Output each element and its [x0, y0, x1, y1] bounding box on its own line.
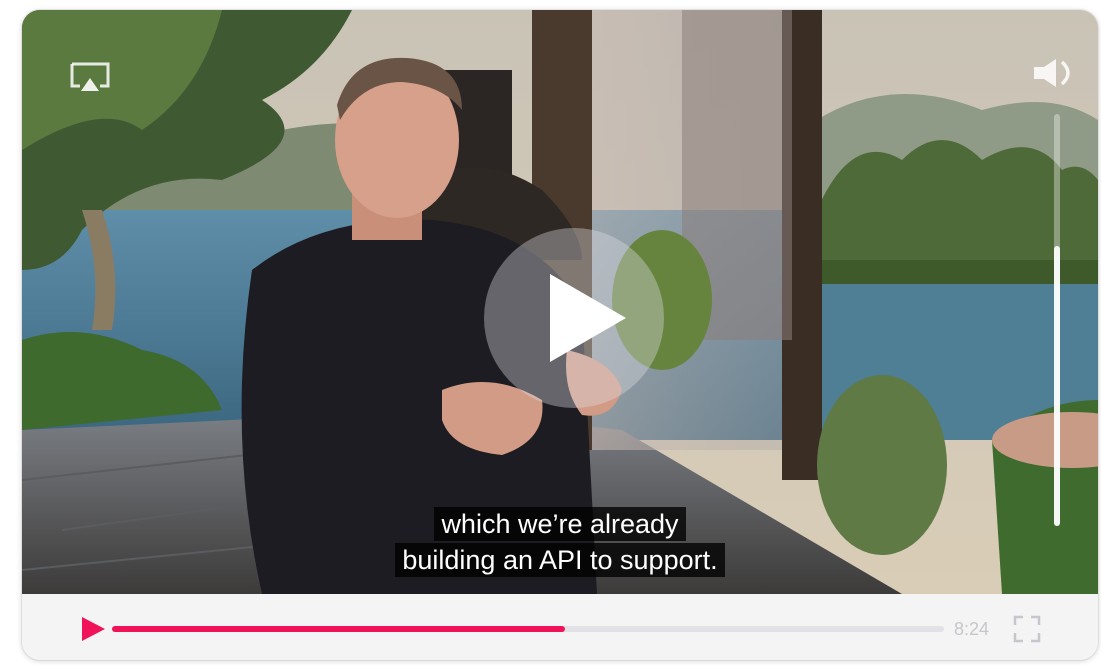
caption-line-1: which we’re already: [434, 507, 686, 541]
airplay-button[interactable]: [68, 60, 112, 94]
captions: which we’re already building an API to s…: [22, 507, 1098, 579]
video-frame[interactable]: which we’re already building an API to s…: [22, 10, 1098, 594]
speaker-volume-icon: [1034, 59, 1070, 87]
caption-line-2: building an API to support.: [395, 543, 725, 577]
progress-fill: [112, 626, 566, 632]
volume-level: [1054, 245, 1060, 526]
progress-bar[interactable]: [112, 626, 944, 632]
time-display: 8:24: [954, 619, 990, 639]
fullscreen-icon: [1013, 615, 1041, 643]
volume-slider[interactable]: [1054, 114, 1060, 526]
volume-button[interactable]: [1030, 56, 1080, 90]
airplay-icon: [70, 62, 110, 91]
play-icon: [550, 274, 626, 362]
play-overlay-button[interactable]: [484, 228, 664, 408]
play-button[interactable]: [78, 616, 106, 642]
video-player: which we’re already building an API to s…: [22, 10, 1098, 660]
control-bar: 8:24: [22, 594, 1098, 660]
play-icon: [82, 617, 105, 641]
fullscreen-button[interactable]: [1012, 614, 1042, 644]
